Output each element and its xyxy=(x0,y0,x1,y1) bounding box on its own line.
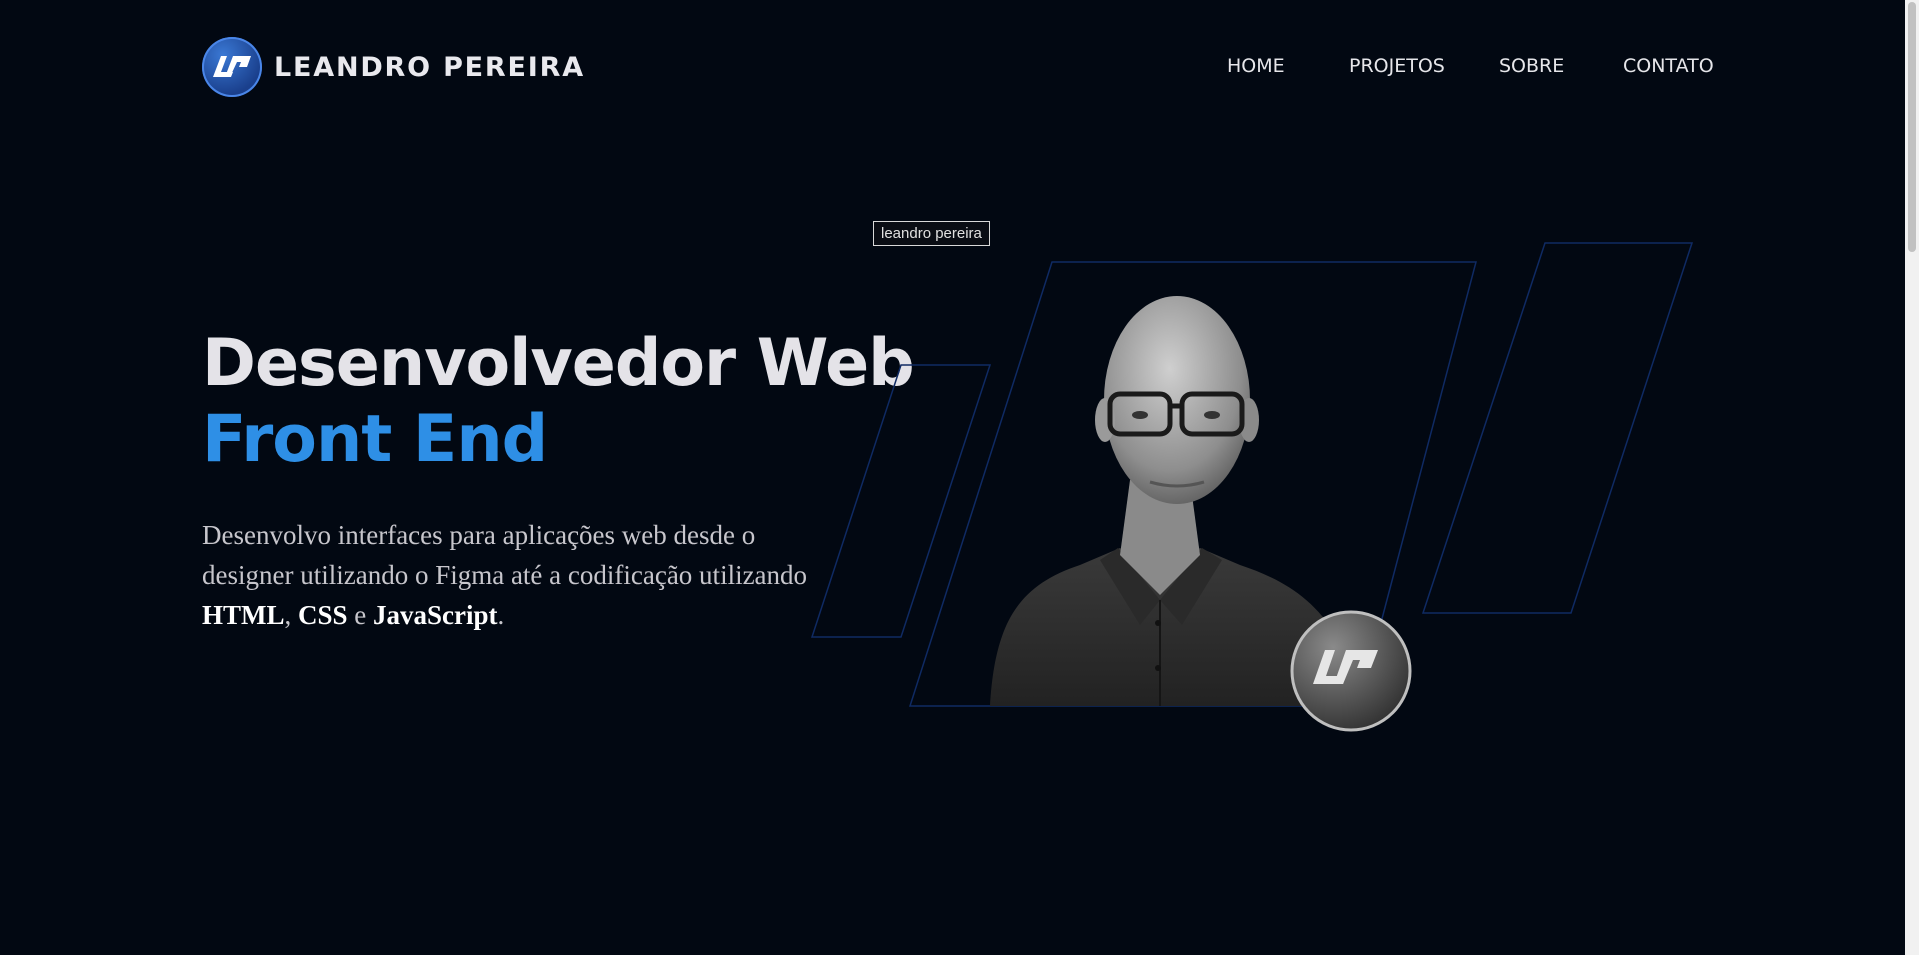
frame-left xyxy=(810,364,992,638)
scrollbar-thumb[interactable] xyxy=(1908,2,1916,252)
frame-right xyxy=(1421,242,1694,614)
photo-alt-tag: leandro pereira xyxy=(873,221,990,246)
page-scrollbar[interactable] xyxy=(1905,0,1919,955)
lp-badge-icon xyxy=(1290,610,1412,732)
hero-artwork xyxy=(810,242,1694,732)
